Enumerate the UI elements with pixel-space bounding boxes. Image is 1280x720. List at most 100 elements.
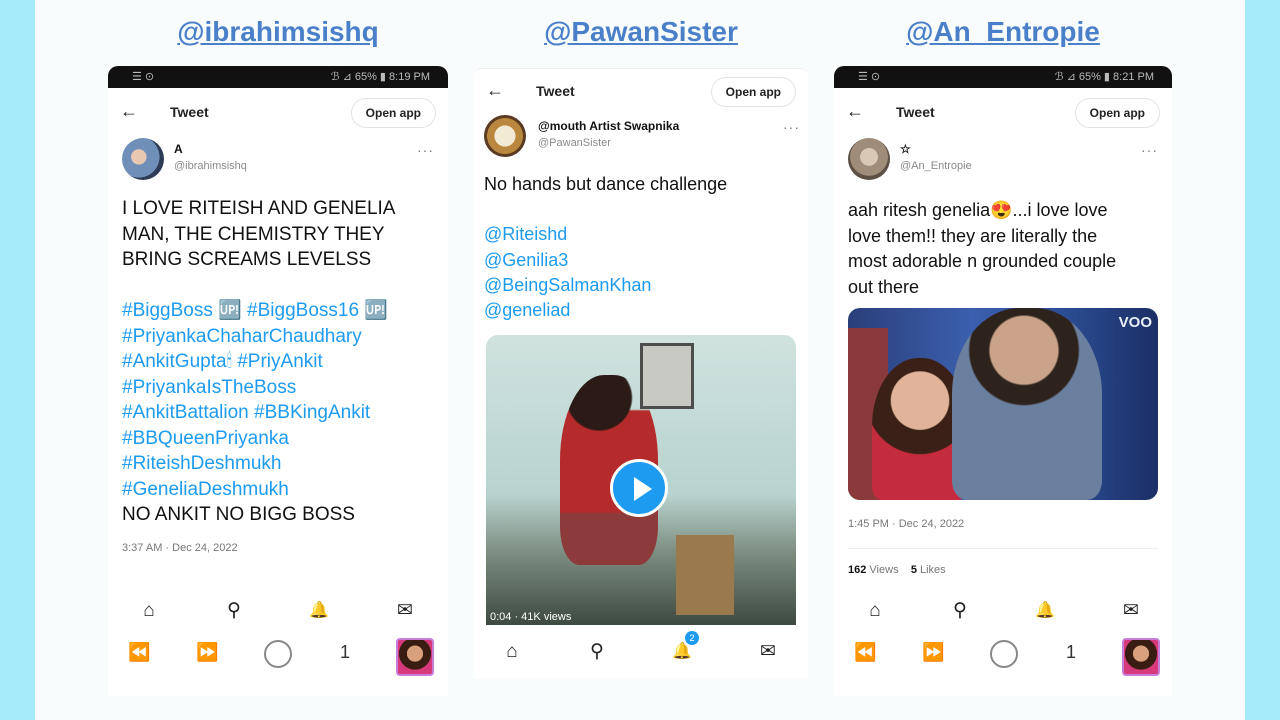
back-arrow-icon[interactable]: ← (120, 101, 138, 122)
video-time: 0:04 · 41K views (490, 611, 572, 623)
notifications-icon[interactable]: 🔔 2 (667, 631, 699, 667)
user-name[interactable]: @mouth Artist Swapnika (538, 119, 679, 133)
open-app-button[interactable]: Open app (1074, 98, 1160, 128)
column-an-entropie: @An_Entropie ☰ ⊙ ℬ ⊿ 65% ▮ 8:21 PM ← Twe… (834, 0, 1172, 720)
mention-link[interactable]: @BeingSalmanKhan (484, 273, 727, 298)
avatar[interactable] (484, 115, 526, 157)
home-icon[interactable]: ⌂ (860, 596, 890, 626)
hashtag-line[interactable]: #GeneliaDeshmukh (122, 477, 395, 503)
messages-icon[interactable]: ✉ (390, 596, 420, 626)
user-handle[interactable]: @ibrahimsishq (174, 160, 247, 172)
status-bar: ☰ ⊙ ℬ ⊿ 65% ▮ 8:19 PM (108, 66, 448, 88)
tweet-text: No hands but dance challenge @Riteishd @… (484, 172, 727, 323)
user-handle[interactable]: @PawanSister (538, 137, 611, 149)
circle-button-icon[interactable] (990, 640, 1018, 668)
text-line: aah ritesh genelia😍...i love love (848, 200, 1108, 220)
furniture-shape (676, 535, 734, 615)
video-thumbnail[interactable]: 0:04 · 41K views (486, 335, 796, 625)
profile-thumbnail[interactable] (396, 638, 434, 676)
notifications-icon[interactable]: 🔔 (1030, 596, 1060, 626)
more-options-icon[interactable]: ··· (417, 142, 434, 158)
home-icon[interactable]: ⌂ (134, 596, 164, 626)
hashtag-line[interactable]: #RiteishDeshmukh (122, 451, 395, 477)
user-name[interactable]: ☆ (900, 142, 911, 156)
mention-link[interactable]: @geneliad (484, 298, 727, 323)
rewind-icon[interactable]: ⏪ (854, 642, 876, 663)
column-ibrahimsishq: @ibrahimsishq ☰ ⊙ ℬ ⊿ 65% ▮ 8:19 PM ← Tw… (108, 0, 448, 720)
more-options-icon[interactable]: ··· (783, 119, 800, 135)
text-line (122, 273, 395, 299)
column-handle-link[interactable]: @An_Entropie (834, 16, 1172, 48)
tweet-text: I LOVE RITEISH AND GENELIA MAN, THE CHEM… (122, 196, 395, 528)
search-icon[interactable]: ⚲ (945, 596, 975, 626)
tweet-stats: 162 Views 5 Likes (848, 564, 946, 576)
search-icon[interactable]: ⚲ (582, 637, 612, 667)
user-handle[interactable]: @An_Entropie (900, 160, 972, 172)
status-right-info: ℬ ⊿ 65% ▮ 8:19 PM (330, 71, 430, 83)
home-icon[interactable]: ⌂ (497, 637, 527, 667)
circle-button-icon[interactable] (264, 640, 292, 668)
bottom-nav: ⌂ ⚲ 🔔 ✉ (108, 596, 448, 626)
bottom-nav: ⌂ ⚲ 🔔 2 ✉ (474, 631, 808, 667)
search-icon[interactable]: ⚲ (219, 596, 249, 626)
man-figure (952, 308, 1102, 500)
hashtag-line[interactable]: #AnkitGupta🕯 #PriyAnkit (122, 349, 395, 375)
more-options-icon[interactable]: ··· (1141, 142, 1158, 158)
user-name[interactable]: A (174, 142, 183, 156)
phone-screenshot: ☰ ⊙ ℬ ⊿ 65% ▮ 8:19 PM ← Tweet Open app A… (108, 66, 448, 696)
text-line: love them!! they are literally the (848, 225, 1098, 246)
rewind-icon[interactable]: ⏪ (128, 642, 150, 663)
tweet-title: Tweet (896, 104, 935, 120)
divider (848, 548, 1158, 549)
hashtag-line[interactable]: #PriyankaChaharChaudhary (122, 324, 395, 350)
open-app-button[interactable]: Open app (710, 77, 796, 107)
status-left-icons: ☰ ⊙ (132, 71, 155, 83)
hashtag-line[interactable]: #BiggBoss 🆙 #BiggBoss16 🆙 (122, 298, 395, 324)
forward-icon[interactable]: ⏩ (196, 642, 218, 663)
messages-icon[interactable]: ✉ (1116, 596, 1146, 626)
text-line: MAN, THE CHEMISTRY THEY (122, 223, 385, 245)
mention-link[interactable]: @Riteishd (484, 222, 727, 247)
tweet-title: Tweet (170, 104, 209, 120)
text-line: most adorable n grounded couple (848, 251, 1117, 271)
hashtag-line[interactable]: #PriyankaIsTheBoss (122, 375, 395, 401)
column-handle-link[interactable]: @PawanSister (474, 16, 808, 48)
messages-icon[interactable]: ✉ (753, 637, 783, 667)
forward-icon[interactable]: ⏩ (922, 642, 944, 663)
views-count: 162 (848, 564, 867, 576)
hashtag-line[interactable]: #AnkitBattalion #BBKingAnkit (122, 400, 395, 426)
text-line (484, 197, 727, 222)
tweet-text: aah ritesh genelia😍...i love love love t… (848, 198, 1116, 300)
wall-frame-image (640, 343, 694, 409)
column-handle-link[interactable]: @ibrahimsishq (108, 16, 448, 48)
page-count: 1 (1066, 642, 1077, 662)
hashtag-line[interactable]: #BBQueenPriyanka (122, 426, 395, 452)
tweet-timestamp[interactable]: 1:45 PM · Dec 24, 2022 (848, 518, 964, 530)
tweet-timestamp[interactable]: 3:37 AM · Dec 24, 2022 (122, 542, 238, 554)
views-label: Views (869, 564, 899, 576)
avatar[interactable] (122, 138, 164, 180)
text-line: BRING SCREAMS LEVELSS (122, 249, 372, 270)
phone-screenshot: ☰ ⊙ ℬ ⊿ 65% ▮ 8:21 PM ← Tweet Open app ☆… (834, 66, 1172, 696)
play-button-icon[interactable] (610, 459, 668, 517)
text-line: I LOVE RITEISH AND GENELIA (122, 198, 396, 219)
text-line: out there (848, 276, 920, 297)
notifications-icon[interactable]: 🔔 (304, 596, 334, 626)
browser-controls: ⏪ ⏩ 1 (108, 638, 448, 678)
back-arrow-icon[interactable]: ← (486, 80, 504, 101)
tweet-photo[interactable]: VOO (848, 308, 1158, 500)
profile-thumbnail[interactable] (1122, 638, 1160, 676)
back-arrow-icon[interactable]: ← (846, 101, 864, 122)
tweet-title: Tweet (536, 83, 575, 99)
text-line: NO ANKIT NO BIGG BOSS (122, 504, 355, 525)
mention-link[interactable]: @Genilia3 (484, 248, 727, 273)
play-triangle-icon (634, 477, 652, 501)
notification-badge: 2 (685, 631, 699, 645)
bell-glyph-icon: 🔔 (672, 643, 692, 660)
open-app-button[interactable]: Open app (350, 98, 436, 128)
avatar[interactable] (848, 138, 890, 180)
tweet-header-bar: ← Tweet Open app (108, 98, 448, 130)
tweet-header-bar: ← Tweet Open app (474, 77, 808, 109)
likes-label: Likes (920, 564, 946, 576)
image-tag-text: VOO (1118, 314, 1152, 331)
